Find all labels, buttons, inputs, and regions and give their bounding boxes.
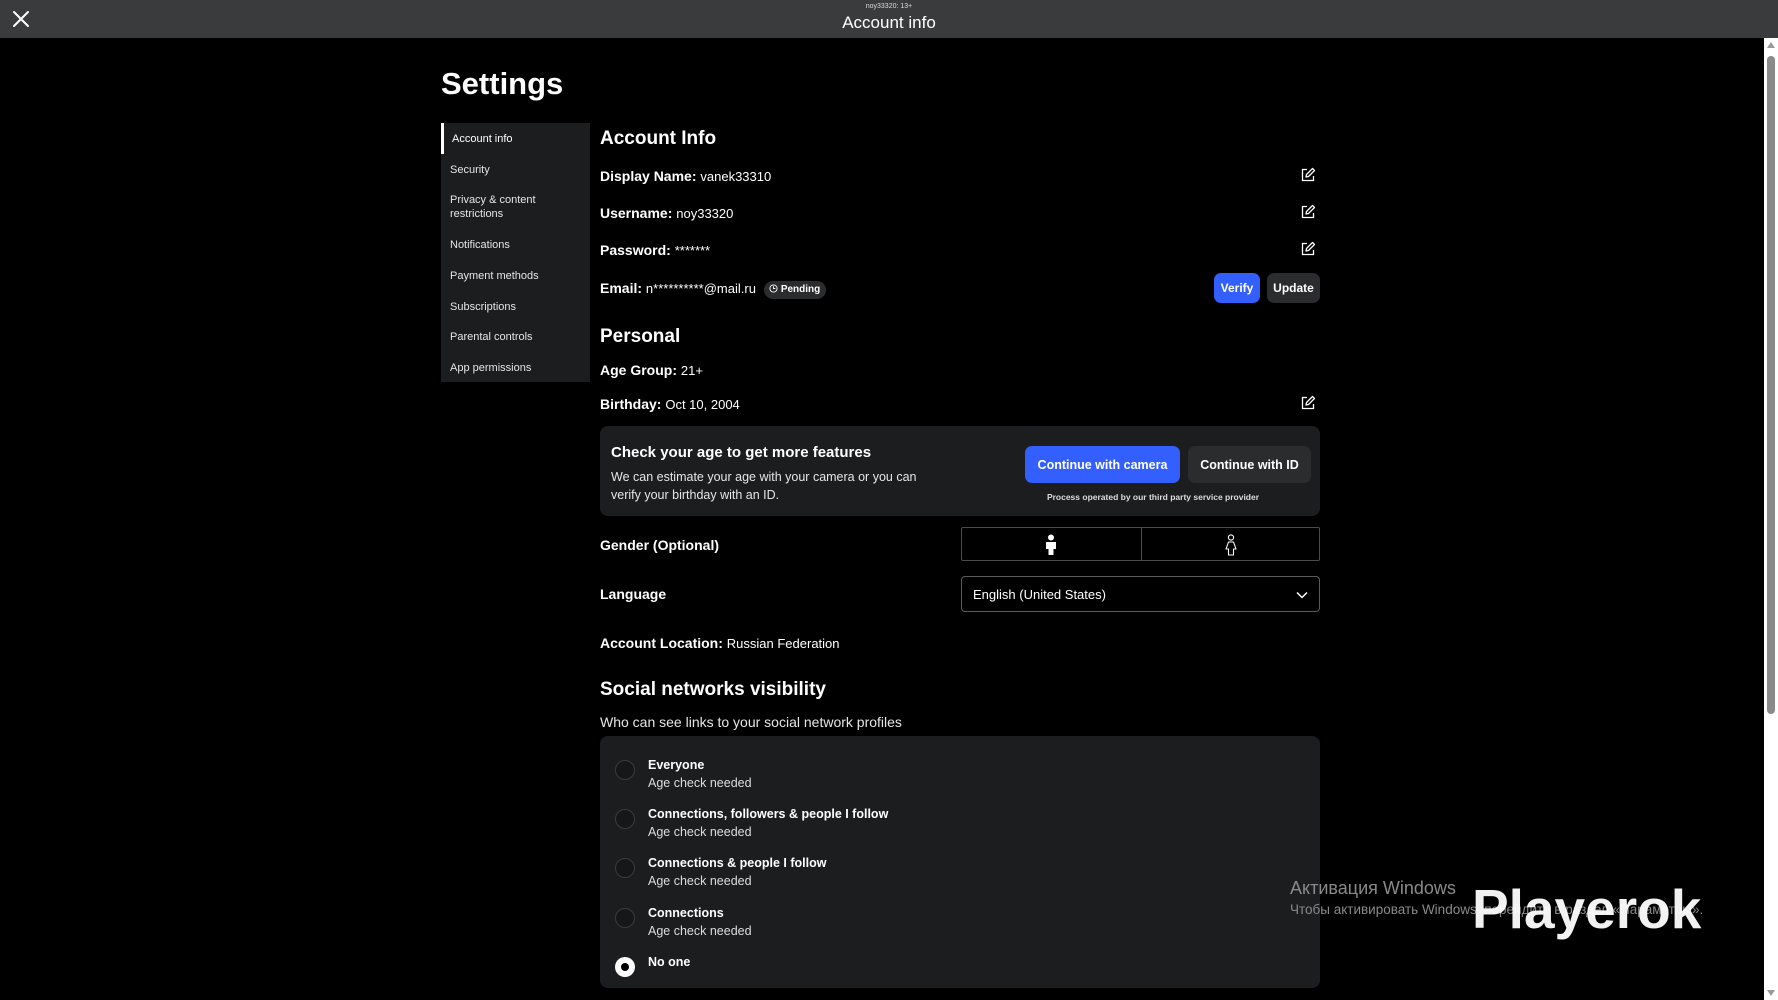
clock-icon [769, 284, 778, 296]
radio-button[interactable] [615, 858, 635, 878]
language-value: English (United States) [973, 587, 1106, 602]
edit-username-icon[interactable] [1300, 204, 1316, 220]
edit-birthday-icon[interactable] [1300, 395, 1316, 411]
username-label: Username: [600, 205, 673, 221]
radio-label: Connections [648, 906, 724, 920]
password-row: Password: ******* [600, 242, 710, 258]
email-row: Email: n**********@mail.ru Pending [600, 280, 827, 299]
radio-sublabel: Age check needed [648, 776, 752, 790]
page-title: Settings [441, 66, 564, 101]
radio-button[interactable] [615, 809, 635, 829]
radio-option-no-one[interactable]: No one [613, 949, 1293, 988]
social-visibility-options: Everyone Age check needed Connections, f… [600, 736, 1320, 988]
account-location-label: Account Location: [600, 635, 723, 651]
settings-sidebar: Account info Security Privacy & content … [441, 123, 590, 382]
email-value: n**********@mail.ru [645, 281, 756, 296]
birthday-value: Oct 10, 2004 [665, 397, 740, 412]
age-group-value: 21+ [680, 363, 703, 378]
username-value: noy33320 [676, 206, 734, 221]
account-info-heading: Account Info [600, 128, 717, 149]
radio-option-everyone[interactable]: Everyone Age check needed [613, 752, 1293, 796]
radio-button[interactable] [615, 760, 635, 780]
female-icon [1225, 534, 1237, 556]
email-status-badge: Pending [763, 281, 827, 299]
edit-password-icon[interactable] [1300, 241, 1316, 257]
radio-label: No one [648, 955, 691, 969]
windows-activation-title: Активация Windows [1290, 878, 1456, 898]
birthday-row: Birthday: Oct 10, 2004 [600, 396, 740, 412]
display-name-value: vanek33310 [700, 169, 772, 184]
sidebar-item-notifications[interactable]: Notifications [441, 238, 590, 252]
update-email-button[interactable]: Update [1267, 273, 1320, 303]
username-row: Username: noy33320 [600, 205, 733, 221]
main-content: Account Info Display Name: vanek33310 Us… [600, 0, 1320, 1000]
email-label: Email: [600, 280, 643, 296]
edit-display-name-icon[interactable] [1300, 167, 1316, 183]
gender-female-option[interactable] [1142, 528, 1321, 560]
age-check-note: Process operated by our third party serv… [1046, 492, 1260, 502]
scrollbar[interactable] [1764, 38, 1778, 1000]
gender-label: Gender (Optional) [600, 537, 719, 553]
sidebar-item-security[interactable]: Security [441, 163, 590, 177]
age-check-description: We can estimate your age with your camer… [611, 470, 917, 502]
sidebar-item-app-permissions[interactable]: App permissions [441, 361, 590, 375]
continue-with-id-button[interactable]: Continue with ID [1188, 446, 1311, 483]
radio-button-selected[interactable] [615, 957, 635, 977]
social-visibility-heading: Social networks visibility [600, 679, 826, 700]
password-value: ******* [674, 243, 711, 258]
chevron-down-icon [1295, 588, 1309, 607]
playerok-logo: Playerok [1472, 878, 1702, 940]
sidebar-item-parental-controls[interactable]: Parental controls [441, 330, 590, 344]
sidebar-item-payment-methods[interactable]: Payment methods [441, 269, 590, 283]
radio-label: Connections, followers & people I follow [648, 807, 889, 821]
radio-option-connections-following[interactable]: Connections & people I follow Age check … [613, 850, 1293, 894]
verify-email-button[interactable]: Verify [1214, 273, 1260, 303]
radio-sublabel: Age check needed [648, 825, 752, 839]
continue-with-camera-button[interactable]: Continue with camera [1025, 446, 1180, 483]
age-check-title: Check your age to get more features [611, 444, 872, 461]
radio-button[interactable] [615, 908, 635, 928]
gender-selector [961, 527, 1320, 561]
language-select[interactable]: English (United States) [961, 576, 1320, 612]
radio-label: Connections & people I follow [648, 856, 827, 870]
sidebar-item-subscriptions[interactable]: Subscriptions [441, 300, 590, 314]
radio-option-connections-followers-following[interactable]: Connections, followers & people I follow… [613, 801, 1293, 845]
age-check-card: Check your age to get more features We c… [600, 426, 1320, 516]
account-location-value: Russian Federation [726, 636, 840, 651]
sidebar-item-privacy[interactable]: Privacy & content restrictions [441, 193, 561, 221]
personal-heading: Personal [600, 326, 681, 347]
radio-option-connections[interactable]: Connections Age check needed [613, 900, 1293, 944]
radio-sublabel: Age check needed [648, 924, 752, 938]
age-group-label: Age Group: [600, 362, 677, 378]
scroll-down-arrow-icon[interactable] [1767, 990, 1775, 996]
password-label: Password: [600, 242, 671, 258]
display-name-label: Display Name: [600, 168, 697, 184]
radio-sublabel: Age check needed [648, 874, 752, 888]
display-name-row: Display Name: vanek33310 [600, 168, 771, 184]
birthday-label: Birthday: [600, 396, 662, 412]
social-visibility-subheading: Who can see links to your social network… [600, 714, 902, 730]
scroll-up-arrow-icon[interactable] [1767, 42, 1775, 48]
scrollbar-thumb[interactable] [1767, 56, 1775, 714]
male-icon [1046, 534, 1056, 555]
gender-male-option[interactable] [962, 528, 1141, 560]
language-label: Language [600, 586, 667, 602]
sidebar-item-account-info[interactable]: Account info [441, 123, 590, 154]
radio-label: Everyone [648, 758, 705, 772]
account-location-row: Account Location: Russian Federation [600, 635, 840, 651]
age-group-row: Age Group: 21+ [600, 362, 703, 378]
